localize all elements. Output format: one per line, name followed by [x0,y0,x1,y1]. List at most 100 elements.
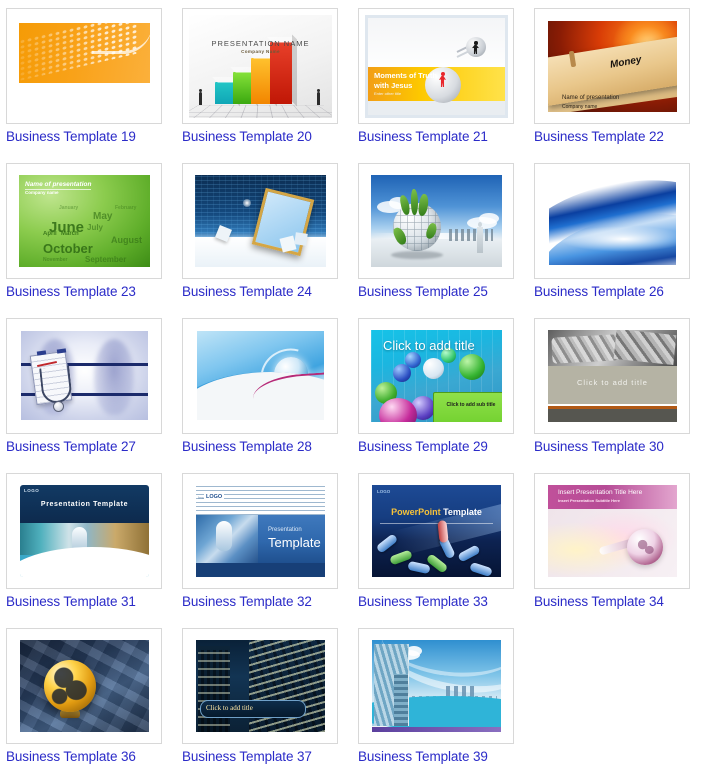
thumbnail-frame-27[interactable] [6,318,162,434]
marbles-photo: Click to add title Click to add sub titl… [371,330,502,422]
template-link-24[interactable]: Business Template 24 [182,284,358,300]
template-link-19[interactable]: Business Template 19 [6,129,182,145]
template-link-29[interactable]: Business Template 29 [358,439,534,455]
template-link-34[interactable]: Business Template 34 [534,594,707,610]
template-card-34[interactable]: Insert Presentation Title Here Insert Pr… [534,473,707,628]
template-card-30[interactable]: Click to add title Business Template 30 [534,318,707,473]
slide-preview-29: Click to add title Click to add sub titl… [365,325,508,428]
greyscale-pipes-photo [548,330,677,366]
template-card-19[interactable]: Business Template 19 [6,8,182,163]
chain-links-slide: LOGO PowerPoint Template [372,485,501,577]
template-link-33[interactable]: Business Template 33 [358,594,534,610]
pink-globe-slide: Insert Presentation Title Here Insert Pr… [548,485,677,577]
template-link-25[interactable]: Business Template 25 [358,284,534,300]
template-link-30[interactable]: Business Template 30 [534,439,707,455]
template-card-24[interactable]: Business Template 24 [182,163,358,318]
thumbnail-frame-24[interactable] [182,163,338,279]
stethoscope-bell [53,401,64,412]
standing-person [477,222,483,253]
globe-city-photo [371,175,502,267]
thumbnail-frame-39[interactable] [358,628,514,744]
template-link-23[interactable]: Business Template 23 [6,284,182,300]
slide-subtitle-22: Company name [562,104,598,110]
city-skyline-silhouette [449,229,493,241]
thumbnail-frame-30[interactable]: Click to add title [534,318,690,434]
template-link-26[interactable]: Business Template 26 [534,284,707,300]
money-folder-photo: Money Name of presentation Company name [548,21,677,112]
slide-title-34: Insert Presentation Title Here [558,489,643,496]
template-card-39[interactable]: Business Template 39 [358,628,534,783]
thumbnail-frame-21[interactable]: Moments of Truth with Jesus Enter other … [358,8,514,124]
gold-globe-photo [20,640,149,732]
template-link-27[interactable]: Business Template 27 [6,439,182,455]
template-card-28[interactable]: Business Template 28 [182,318,358,473]
title-accent-word: PowerPoint [391,507,441,517]
template-card-27[interactable]: Business Template 27 [6,318,182,473]
template-link-21[interactable]: Business Template 21 [358,129,534,145]
template-link-22[interactable]: Business Template 22 [534,129,707,145]
thumbnail-frame-29[interactable]: Click to add title Click to add sub titl… [358,318,514,434]
bar-chart-bar-3 [248,50,280,107]
logo-placeholder-31: LOGO [24,488,40,493]
template-card-26[interactable]: Business Template 26 [534,163,707,318]
glass-tower-secondary [394,674,408,726]
pipes-slide: Click to add title [548,330,677,422]
marble-2 [393,364,411,382]
thumbnail-frame-28[interactable] [182,318,338,434]
night-city-photo: Click to add title [196,640,325,732]
template-link-32[interactable]: Business Template 32 [182,594,358,610]
template-link-20[interactable]: Business Template 20 [182,129,358,145]
green-leaf-2 [411,189,418,215]
thumbnail-frame-23[interactable]: January February May July April March Ju… [6,163,162,279]
template-card-25[interactable]: Business Template 25 [358,163,534,318]
skyscraper-right-windows [249,640,325,732]
template-card-37[interactable]: Click to add title Business Template 37 [182,628,358,783]
slide-preview-22: Money Name of presentation Company name [541,15,684,118]
template-card-29[interactable]: Click to add title Click to add sub titl… [358,318,534,473]
blue-swirl-graphic [549,178,676,265]
thumbnail-frame-22[interactable]: Money Name of presentation Company name [534,8,690,124]
template-card-23[interactable]: January February May July April March Ju… [6,163,182,318]
template-link-28[interactable]: Business Template 28 [182,439,358,455]
bar-chart-bar-1 [212,74,243,107]
month-word-february: February [115,205,137,211]
thumbnail-frame-25[interactable] [358,163,514,279]
template-card-22[interactable]: Money Name of presentation Company name … [534,8,707,163]
presentation-template-slide: LOGO Presentation Template [20,485,149,577]
slide-preview-25 [365,170,508,273]
template-link-31[interactable]: Business Template 31 [6,594,182,610]
thumbnail-frame-26[interactable] [534,163,690,279]
template-card-33[interactable]: LOGO PowerPoint Template Business Templa… [358,473,534,628]
template-card-31[interactable]: LOGO Presentation Template Business Temp… [6,473,182,628]
green-gradient-photo: January February May July April March Ju… [19,175,150,267]
template-card-20[interactable]: PRESENTATION NAME Company Name Business … [182,8,358,163]
template-link-36[interactable]: Business Template 36 [6,749,182,765]
template-link-39[interactable]: Business Template 39 [358,749,534,765]
thumbnail-frame-19[interactable] [6,8,162,124]
thumbnail-frame-37[interactable]: Click to add title [182,628,338,744]
slide-preview-24 [189,170,332,273]
slide-preview-37: Click to add title [189,635,332,738]
thumbnail-frame-34[interactable]: Insert Presentation Title Here Insert Pr… [534,473,690,589]
marble-6 [459,354,485,380]
perspective-grid-floor [189,104,332,118]
slide-preview-20: PRESENTATION NAME Company Name [189,15,332,118]
thumbnail-frame-33[interactable]: LOGO PowerPoint Template [358,473,514,589]
thumbnail-frame-31[interactable]: LOGO Presentation Template [6,473,162,589]
dark-blue-footer [196,563,325,577]
blue-wave-graphic [197,331,324,420]
template-card-36[interactable]: Business Template 36 [6,628,182,783]
template-card-32[interactable]: Insert LOGO Presentation Template Busine… [182,473,358,628]
slide-title-22: Name of presentation [562,95,620,101]
dark-footer-band [548,409,677,422]
template-link-37[interactable]: Business Template 37 [182,749,358,765]
thumbnail-frame-20[interactable]: PRESENTATION NAME Company Name [182,8,338,124]
pink-glass-globe [627,529,663,565]
globe-continents [44,660,96,712]
thumbnail-frame-36[interactable] [6,628,162,744]
template-card-21[interactable]: Moments of Truth with Jesus Enter other … [358,8,534,163]
computer-mouse [216,521,232,551]
white-cube-3 [294,232,308,246]
thumbnail-frame-32[interactable]: Insert LOGO Presentation Template [182,473,338,589]
month-word-october: October [43,241,93,256]
